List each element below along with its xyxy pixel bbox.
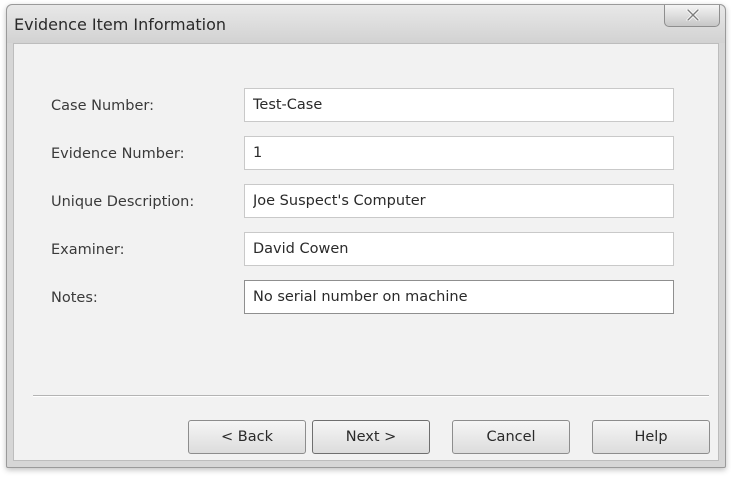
notes-input[interactable] [244,280,674,314]
unique-description-input[interactable] [244,184,674,218]
evidence-number-input[interactable] [244,136,674,170]
notes-row: Notes: [14,280,718,316]
title-bar[interactable]: Evidence Item Information [7,5,725,43]
case-number-label: Case Number: [51,98,154,114]
dialog-body: Case Number: Evidence Number: Unique Des… [13,43,719,461]
back-button[interactable]: < Back [188,420,306,454]
window-title: Evidence Item Information [14,15,227,34]
next-button[interactable]: Next > [312,420,430,454]
evidence-number-row: Evidence Number: [14,136,718,172]
case-number-row: Case Number: [14,88,718,124]
examiner-label: Examiner: [51,242,125,258]
close-icon [686,9,700,21]
button-separator [33,395,709,397]
case-number-input[interactable] [244,88,674,122]
unique-description-row: Unique Description: [14,184,718,220]
cancel-button[interactable]: Cancel [452,420,570,454]
help-button[interactable]: Help [592,420,710,454]
evidence-item-dialog: Evidence Item Information Case Number: E… [6,4,726,468]
examiner-row: Examiner: [14,232,718,268]
notes-label: Notes: [51,290,98,306]
close-button[interactable] [664,5,720,27]
evidence-number-label: Evidence Number: [51,146,185,162]
examiner-input[interactable] [244,232,674,266]
unique-description-label: Unique Description: [51,194,195,210]
